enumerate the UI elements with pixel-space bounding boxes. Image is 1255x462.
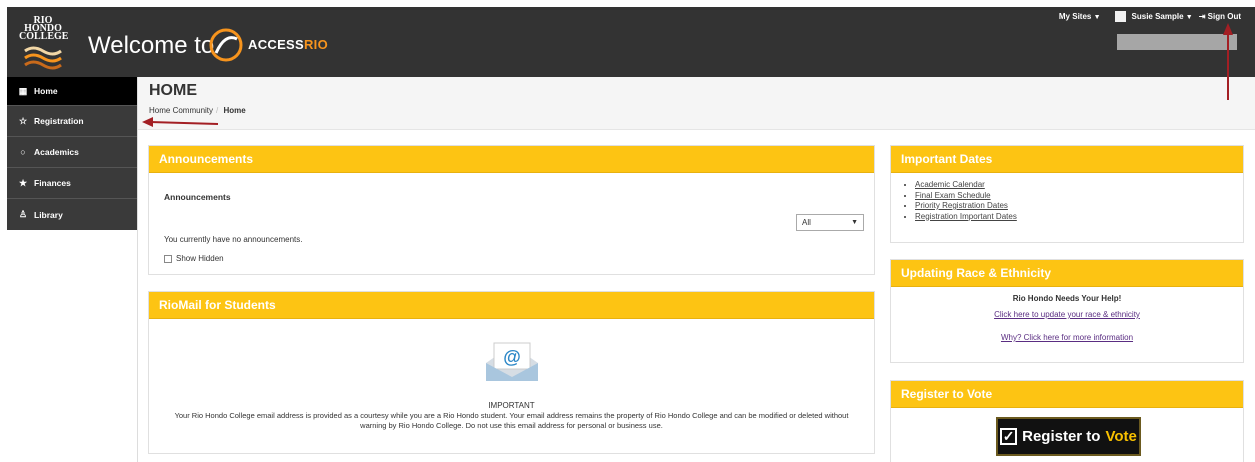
show-hidden-label: Show Hidden [176, 254, 224, 263]
sidebar-item-home[interactable]: ▦ Home [7, 77, 137, 106]
app-header: RIO HONDO COLLEGE Welcome to ACCESSRIO M… [7, 7, 1255, 77]
top-nav: My Sites ▼ Susie Sample ▼ ⇥ Sign Out [1059, 11, 1241, 22]
sidebar-item-label: Finances [34, 178, 71, 188]
welcome-text: Welcome to [88, 32, 215, 59]
sidebar-item-label: Home [34, 86, 58, 96]
filter-value: All [802, 218, 811, 227]
avatar[interactable] [1114, 11, 1126, 22]
caret-down-icon: ▼ [1185, 14, 1193, 21]
academic-calendar-link[interactable]: Academic Calendar [915, 180, 985, 189]
list-item: Priority Registration Dates [915, 201, 1017, 212]
banner-prefix: Register to [1022, 428, 1101, 445]
annotation-arrow-signout [1223, 23, 1233, 100]
dates-list: Academic Calendar Final Exam Schedule Pr… [915, 180, 1017, 222]
sign-out-link[interactable]: ⇥ Sign Out [1199, 12, 1241, 21]
sign-out-label: Sign Out [1207, 12, 1241, 21]
brand-prefix: ACCESS [248, 37, 304, 52]
sidebar-item-registration[interactable]: ☆ Registration [7, 106, 137, 137]
grid-icon: ▦ [18, 85, 28, 96]
sidebar-item-label: Academics [34, 147, 79, 157]
caret-down-icon: ▼ [851, 219, 858, 226]
sidebar-nav: ▦ Home ☆ Registration ○ Academics ★ Fina… [7, 77, 137, 230]
important-dates-panel: Important Dates Academic Calendar Final … [890, 145, 1244, 243]
important-label: IMPORTANT [488, 401, 535, 410]
rio-hondo-logo[interactable]: RIO HONDO COLLEGE [19, 15, 68, 71]
final-exam-schedule-link[interactable]: Final Exam Schedule [915, 191, 991, 200]
circle-icon: ○ [20, 147, 26, 157]
show-hidden-checkbox[interactable] [164, 254, 172, 263]
svg-text:@: @ [503, 347, 521, 367]
star-half-icon: ★ [18, 177, 28, 188]
sidebar-item-academics[interactable]: ○ Academics [7, 137, 137, 168]
sidebar: ▦ Home ☆ Registration ○ Academics ★ Fina… [7, 77, 138, 462]
riomail-panel: RioMail for Students @ IMPORTANT Your Ri… [148, 291, 875, 454]
star-outline-icon: ☆ [18, 115, 28, 126]
list-item: Final Exam Schedule [915, 191, 1017, 202]
person-icon: ♙ [18, 209, 28, 219]
panel-header: Important Dates [891, 146, 1243, 173]
show-hidden-toggle[interactable]: Show Hidden [164, 254, 224, 263]
banner-suffix: Vote [1105, 428, 1137, 445]
priority-registration-link[interactable]: Priority Registration Dates [915, 201, 1008, 210]
brand-suffix: RIO [303, 37, 328, 52]
list-item: Academic Calendar [915, 180, 1017, 191]
register-to-vote-banner[interactable]: ✓ Register to Vote [996, 417, 1141, 456]
my-sites-label: My Sites [1058, 12, 1092, 21]
race-title: Rio Hondo Needs Your Help! [1012, 294, 1122, 303]
sidebar-item-label: Library [34, 209, 63, 220]
email-policy-text: Your Rio Hondo College email address is … [174, 411, 849, 430]
page-title: HOME [149, 82, 197, 99]
annotation-arrow-registration [142, 117, 219, 127]
panel-header: Announcements [149, 146, 874, 173]
checkmark-icon: ✓ [1000, 428, 1018, 445]
registration-dates-link[interactable]: Registration Important Dates [915, 212, 1017, 221]
page-header: HOME Home Community / Home [138, 77, 1255, 130]
accessrio-brand: ACCESSRIO [248, 37, 328, 52]
user-menu[interactable]: Susie Sample ▼ [1132, 12, 1193, 21]
sign-out-icon: ⇥ [1198, 12, 1206, 21]
user-name: Susie Sample [1131, 12, 1184, 21]
announcement-filter-select[interactable]: All ▼ [796, 214, 864, 231]
sidebar-item-label: Registration [34, 116, 84, 126]
caret-down-icon: ▼ [1093, 14, 1101, 21]
panel-header: Register to Vote [891, 381, 1243, 408]
announcements-subheader: Announcements [164, 192, 231, 202]
sidebar-item-finances[interactable]: ★ Finances [7, 168, 137, 199]
more-info-link[interactable]: Why? Click here for more information [1001, 333, 1133, 342]
logo-waves-icon [24, 46, 62, 70]
panel-header: Updating Race & Ethnicity [891, 260, 1243, 287]
update-race-link[interactable]: Click here to update your race & ethnici… [994, 310, 1140, 319]
accessrio-swoosh-icon [209, 28, 243, 62]
register-vote-panel: Register to Vote ✓ Register to Vote [890, 380, 1244, 462]
sidebar-item-library[interactable]: ♙ Library [7, 199, 137, 230]
panel-header: RioMail for Students [149, 292, 874, 319]
my-sites-menu[interactable]: My Sites ▼ [1059, 12, 1101, 21]
empty-message: You currently have no announcements. [164, 235, 303, 244]
announcements-panel: Announcements Announcements All ▼ You cu… [148, 145, 875, 275]
email-envelope-icon: @ [486, 342, 538, 381]
race-ethnicity-panel: Updating Race & Ethnicity Rio Hondo Need… [890, 259, 1244, 363]
list-item: Registration Important Dates [915, 212, 1017, 223]
